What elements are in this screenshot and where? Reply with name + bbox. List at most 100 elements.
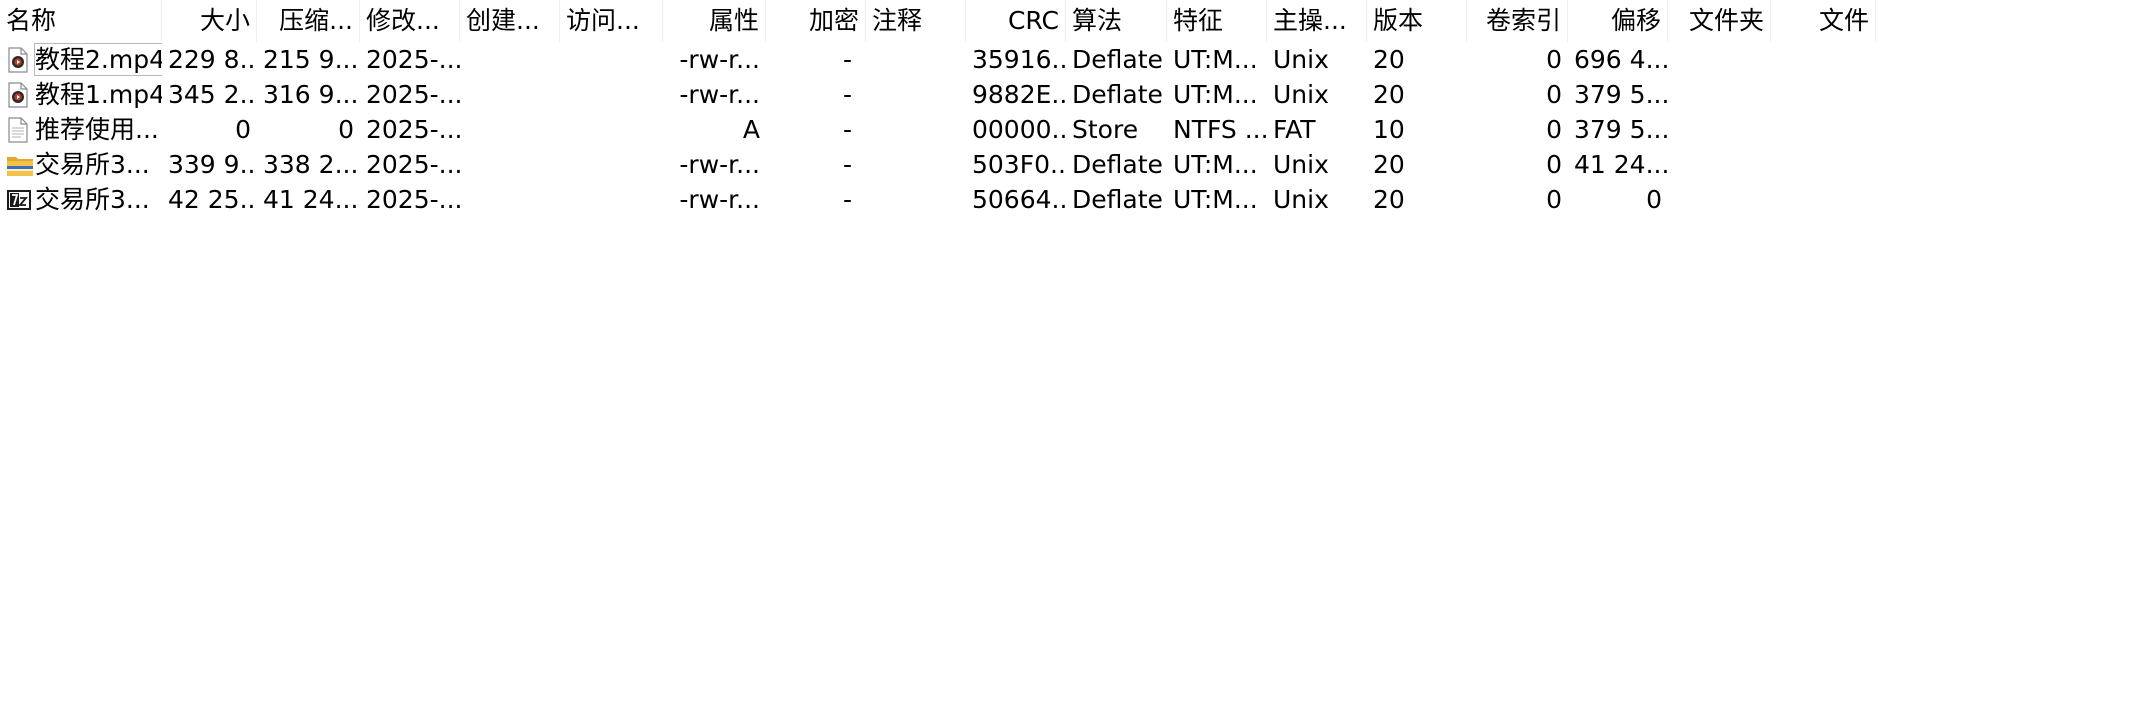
accessed-cell <box>560 147 663 182</box>
created-cell <box>460 147 560 182</box>
size-cell: 229 8... <box>168 45 257 74</box>
name-cell[interactable]: 交易所3... <box>0 147 162 182</box>
method-cell: Deflate <box>1072 80 1163 109</box>
accessed-cell <box>560 112 663 147</box>
offset-cell: 379 5... <box>1574 115 1668 144</box>
version-cell: 10 <box>1373 115 1405 144</box>
attributes-cell: -rw-r... <box>679 150 760 179</box>
encrypted-cell: - <box>842 150 852 179</box>
comment-cell <box>866 42 966 77</box>
file-name: 交易所3... <box>35 150 150 179</box>
created-cell <box>460 112 560 147</box>
column-header-accessed[interactable]: 访问... <box>560 0 663 42</box>
archive-file-list[interactable]: 名称 大小 压缩... 修改... 创建... 访问... 属性 加密 注释 CRC 算法 特征 主操.… <box>0 0 2131 718</box>
size-cell: 42 25... <box>168 185 257 214</box>
column-header-modified[interactable]: 修改... <box>360 0 460 42</box>
column-header-characteristics[interactable]: 特征 <box>1167 0 1267 42</box>
host-os-cell: FAT <box>1273 115 1316 144</box>
file-row[interactable]: 教程2.mp4 229 8... 215 9... 2025-... -rw-r... -… <box>0 42 1876 77</box>
folders-cell <box>1668 77 1771 112</box>
size-cell: 0 <box>235 115 251 144</box>
folders-cell <box>1668 182 1771 217</box>
column-header-volume-index[interactable]: 卷索引 <box>1467 0 1568 42</box>
column-header-files[interactable]: 文件 <box>1771 0 1876 42</box>
attributes-cell: -rw-r... <box>679 80 760 109</box>
encrypted-cell: - <box>842 115 852 144</box>
modified-cell: 2025-... <box>366 45 460 74</box>
crc-cell: 9882E... <box>972 80 1066 109</box>
text-file-icon <box>6 117 30 143</box>
version-cell: 20 <box>1373 185 1405 214</box>
file-row[interactable]: 教程1.mp4 345 2... 316 9... 2025-... -rw-r... -… <box>0 77 1876 112</box>
attributes-cell: A <box>742 115 760 144</box>
comment-cell <box>866 147 966 182</box>
packed-cell: 0 <box>338 115 354 144</box>
packed-cell: 338 2... <box>263 150 359 179</box>
volume-index-cell: 0 <box>1546 185 1562 214</box>
file-row[interactable]: 推荐使用... 0 0 2025-... A - 00000... Store NTFS ...… <box>0 112 1876 147</box>
modified-cell: 2025-... <box>366 185 460 214</box>
characteristics-cell: UT:M... <box>1173 80 1258 109</box>
attributes-cell: -rw-r... <box>679 185 760 214</box>
offset-cell: 41 24... <box>1574 150 1668 179</box>
files-cell <box>1771 182 1876 217</box>
folders-cell <box>1668 147 1771 182</box>
crc-cell: 00000... <box>972 115 1066 144</box>
encrypted-cell: - <box>842 80 852 109</box>
column-header-created[interactable]: 创建... <box>460 0 560 42</box>
crc-cell: 35916... <box>972 45 1066 74</box>
column-header-method[interactable]: 算法 <box>1066 0 1167 42</box>
column-header-size[interactable]: 大小 <box>162 0 257 42</box>
column-header-packed[interactable]: 压缩... <box>257 0 360 42</box>
method-cell: Deflate <box>1072 150 1163 179</box>
file-row[interactable]: 交易所3... 339 9... 338 2... 2025-... -rw-r... -… <box>0 147 1876 182</box>
name-cell[interactable]: 推荐使用... <box>0 112 162 147</box>
column-header-version[interactable]: 版本 <box>1367 0 1467 42</box>
files-cell <box>1771 147 1876 182</box>
characteristics-cell: NTFS ... <box>1173 115 1267 144</box>
volume-index-cell: 0 <box>1546 150 1562 179</box>
comment-cell <box>866 77 966 112</box>
volume-index-cell: 0 <box>1546 80 1562 109</box>
file-row[interactable]: 交易所3... 42 25... 41 24... 2025-... -rw-r... -… <box>0 182 1876 217</box>
column-header-crc[interactable]: CRC <box>966 0 1066 42</box>
created-cell <box>460 77 560 112</box>
host-os-cell: Unix <box>1273 80 1329 109</box>
accessed-cell <box>560 182 663 217</box>
column-header-host-os[interactable]: 主操... <box>1267 0 1367 42</box>
files-cell <box>1771 42 1876 77</box>
host-os-cell: Unix <box>1273 185 1329 214</box>
zip-archive-icon <box>6 152 33 178</box>
file-name: 教程2.mp4 <box>33 42 162 77</box>
crc-cell: 50664... <box>972 185 1066 214</box>
name-cell[interactable]: 教程1.mp4 <box>0 77 162 112</box>
column-header-folders[interactable]: 文件夹 <box>1668 0 1771 42</box>
column-header-offset[interactable]: 偏移 <box>1568 0 1668 42</box>
method-cell: Deflate <box>1072 185 1163 214</box>
size-cell: 339 9... <box>168 150 257 179</box>
column-header-name[interactable]: 名称 <box>0 0 162 42</box>
created-cell <box>460 182 560 217</box>
folders-cell <box>1668 42 1771 77</box>
name-cell[interactable]: 交易所3... <box>0 182 162 217</box>
modified-cell: 2025-... <box>366 115 460 144</box>
name-cell[interactable]: 教程2.mp4 <box>0 42 162 77</box>
encrypted-cell: - <box>842 185 852 214</box>
volume-index-cell: 0 <box>1546 45 1562 74</box>
accessed-cell <box>560 42 663 77</box>
column-header-encrypted[interactable]: 加密 <box>766 0 866 42</box>
files-cell <box>1771 112 1876 147</box>
volume-index-cell: 0 <box>1546 115 1562 144</box>
7z-archive-icon <box>6 187 31 213</box>
comment-cell <box>866 112 966 147</box>
column-header-comment[interactable]: 注释 <box>866 0 966 42</box>
host-os-cell: Unix <box>1273 45 1329 74</box>
method-cell: Store <box>1072 115 1139 144</box>
column-header-attributes[interactable]: 属性 <box>663 0 766 42</box>
attributes-cell: -rw-r... <box>679 45 760 74</box>
packed-cell: 316 9... <box>263 80 359 109</box>
accessed-cell <box>560 77 663 112</box>
size-cell: 345 2... <box>168 80 257 109</box>
file-name: 交易所3... <box>35 185 150 214</box>
characteristics-cell: UT:M... <box>1173 150 1258 179</box>
